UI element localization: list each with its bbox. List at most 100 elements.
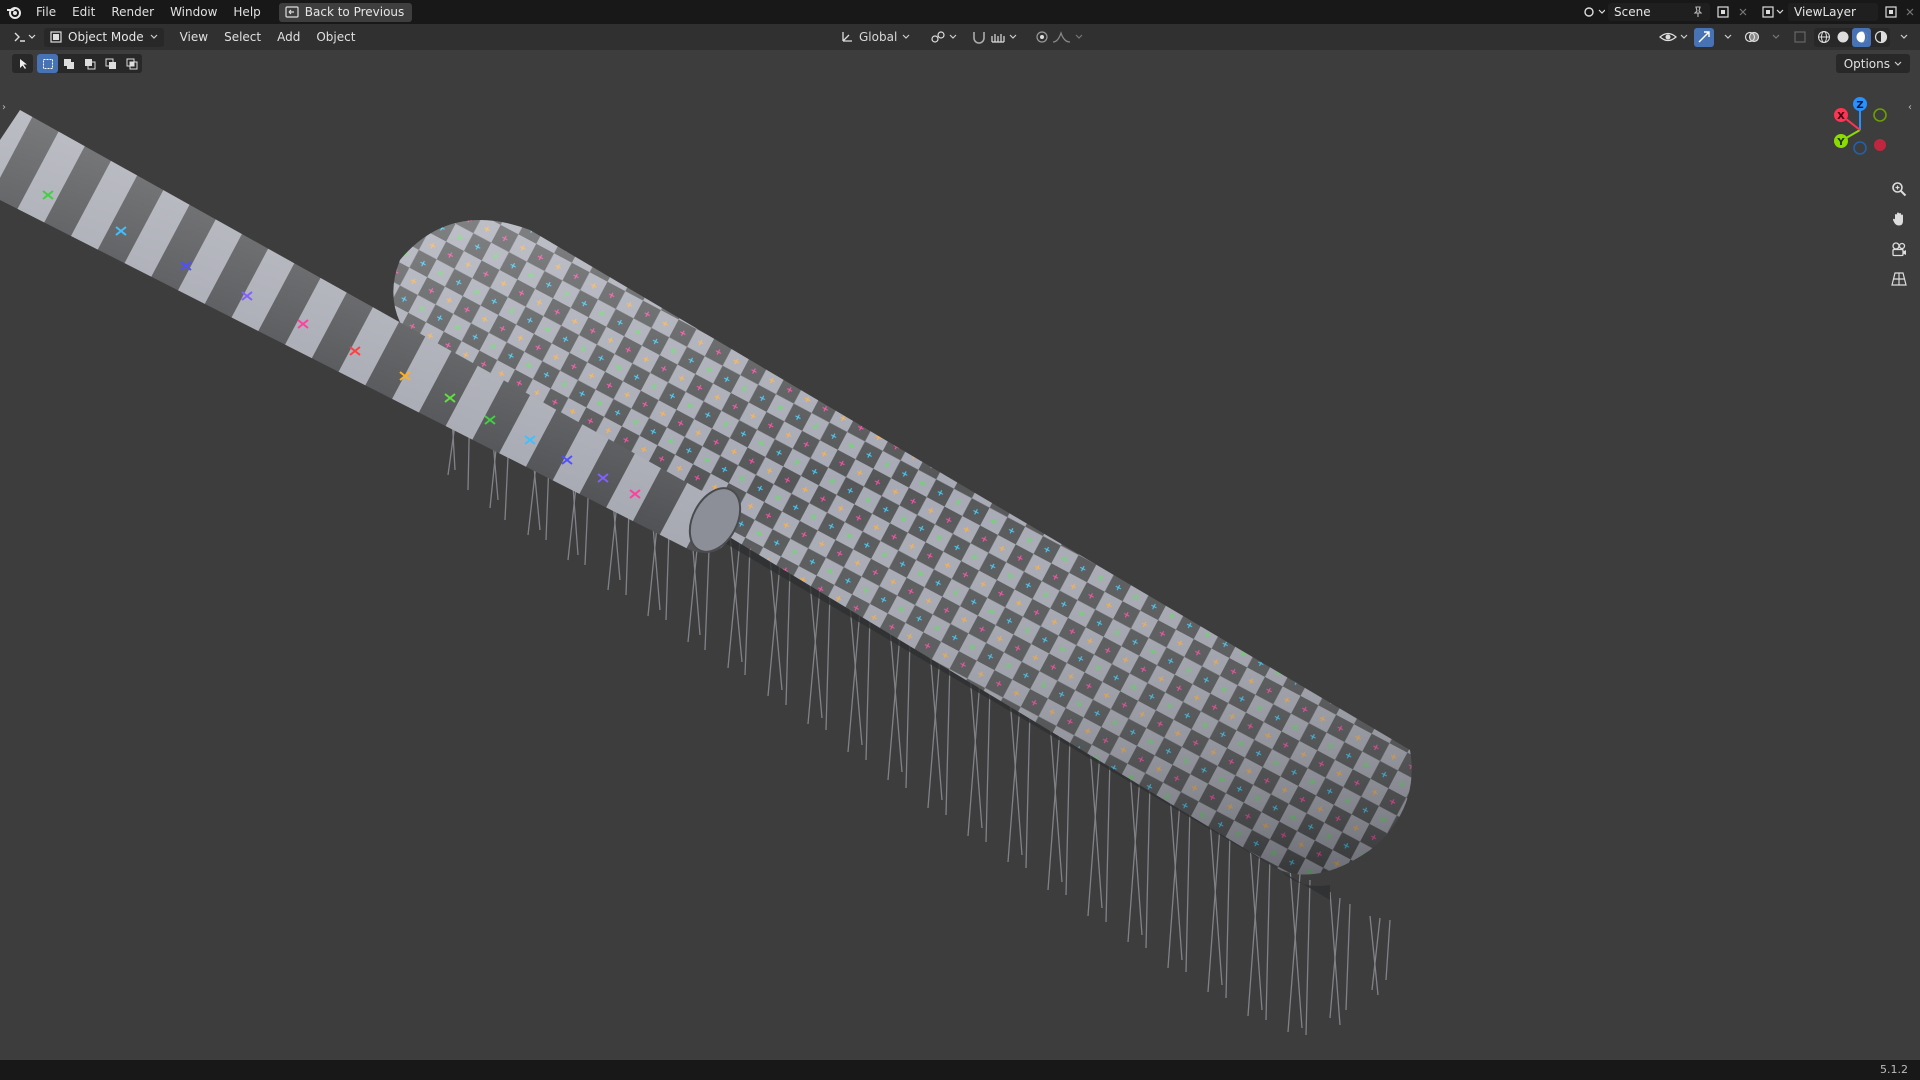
chevron-down-icon <box>1075 34 1083 39</box>
camera-view-button[interactable] <box>1886 236 1912 261</box>
zoom-button[interactable] <box>1886 176 1912 201</box>
menu-file[interactable]: File <box>28 0 64 24</box>
view-layer-browse-icon[interactable] <box>1758 3 1788 21</box>
pin-icon[interactable] <box>1692 6 1704 18</box>
new-view-layer-icon[interactable] <box>1882 3 1900 21</box>
3d-viewport[interactable]: › Options ‹ X Y Z <box>0 50 1920 1060</box>
chevron-down-icon <box>1724 34 1732 39</box>
negative-x-axis-handle[interactable] <box>1874 139 1886 151</box>
falloff-curve-icon <box>1053 31 1071 43</box>
chevron-down-icon <box>902 34 910 39</box>
object-mode-label: Object Mode <box>68 30 144 44</box>
selection-intersect-button[interactable] <box>121 54 142 73</box>
selection-subtract-button[interactable] <box>79 54 100 73</box>
shading-dropdown[interactable] <box>1894 28 1914 47</box>
top-bar: File Edit Render Window Help Back to Pre… <box>0 0 1920 24</box>
view-layer-label: ViewLayer <box>1794 5 1856 19</box>
xray-icon <box>1794 31 1806 43</box>
perspective-toggle-button[interactable] <box>1886 266 1912 291</box>
selection-extend-button[interactable] <box>58 54 79 73</box>
negative-z-axis-handle[interactable] <box>1853 141 1867 155</box>
gizmo-icon <box>1698 31 1710 43</box>
wireframe-icon <box>1817 31 1830 43</box>
back-to-previous-button[interactable]: Back to Previous <box>278 2 413 22</box>
sidebar-expand-icon[interactable]: ‹ <box>1908 102 1918 116</box>
magnet-icon <box>973 32 986 44</box>
overlays-icon <box>1744 31 1760 43</box>
shading-mode-group <box>1814 27 1890 47</box>
chevron-down-icon <box>1680 34 1688 39</box>
pivot-point-select[interactable] <box>928 28 959 47</box>
wireframe-shading-button[interactable] <box>1814 28 1833 47</box>
menu-object[interactable]: Object <box>308 24 363 50</box>
view-layer-field[interactable]: ViewLayer <box>1788 3 1878 21</box>
select-new-icon <box>42 58 53 69</box>
y-axis-label: Y <box>1836 137 1845 148</box>
show-gizmo-toggle[interactable] <box>1694 27 1714 47</box>
overlays-dropdown[interactable] <box>1766 28 1786 47</box>
menu-edit[interactable]: Edit <box>64 0 103 24</box>
editor-type-icon[interactable] <box>10 28 40 47</box>
scene-name-field[interactable]: Scene <box>1608 3 1710 21</box>
snap-select[interactable] <box>969 28 1019 47</box>
visibility-select[interactable] <box>1657 28 1690 47</box>
object-mode-select[interactable]: Object Mode <box>44 27 164 47</box>
menu-window[interactable]: Window <box>162 0 225 24</box>
solid-shading-button[interactable] <box>1833 28 1852 47</box>
status-bar: 5.1.2 <box>0 1060 1920 1080</box>
new-scene-icon[interactable] <box>1714 3 1732 21</box>
menu-view[interactable]: View <box>172 24 216 50</box>
pivot-link-icon <box>931 31 945 43</box>
chevron-down-icon <box>1900 34 1908 39</box>
zoom-magnifier-icon <box>1892 181 1907 196</box>
hand-icon <box>1892 212 1903 225</box>
x-axis-label: X <box>1837 111 1845 122</box>
gizmo-dropdown[interactable] <box>1718 28 1738 47</box>
material-preview-button[interactable] <box>1852 27 1871 47</box>
transform-orientation-select[interactable]: Global <box>836 28 914 47</box>
menu-select[interactable]: Select <box>216 24 269 50</box>
select-intersect-icon <box>126 58 137 69</box>
camera-icon <box>1892 241 1906 256</box>
snap-increment-icon <box>991 34 1005 43</box>
object-mode-icon <box>50 31 62 43</box>
chevron-down-icon <box>150 34 158 39</box>
selection-invert-button[interactable] <box>100 54 121 73</box>
material-sphere-icon <box>1856 31 1867 43</box>
rendered-shading-button[interactable] <box>1871 28 1890 47</box>
delete-scene-icon[interactable] <box>1732 3 1754 21</box>
proportional-edit-icon <box>1036 31 1048 43</box>
delete-view-layer-icon[interactable] <box>1900 3 1920 21</box>
options-label: Options <box>1843 56 1890 71</box>
select-tool-button[interactable] <box>12 54 33 73</box>
navigation-gizmo[interactable]: X Y Z <box>1820 90 1900 170</box>
pan-button[interactable] <box>1886 206 1912 231</box>
select-invert-icon <box>105 58 116 69</box>
negative-y-axis-handle[interactable] <box>1873 108 1887 122</box>
menu-render[interactable]: Render <box>103 0 162 24</box>
chevron-down-icon <box>1772 34 1780 39</box>
proportional-editing-select[interactable] <box>1033 28 1085 47</box>
transform-orientation-label: Global <box>859 30 898 44</box>
menu-add[interactable]: Add <box>269 24 308 50</box>
toolbar-expand-icon[interactable]: › <box>2 102 12 116</box>
select-tools <box>12 54 142 73</box>
xray-toggle[interactable] <box>1790 28 1810 47</box>
orientation-axes-icon <box>842 32 852 42</box>
rendered-sphere-icon <box>1874 30 1887 44</box>
eye-icon <box>1659 32 1677 42</box>
screen-icon <box>285 6 299 18</box>
navigation-buttons <box>1886 176 1912 291</box>
show-overlays-toggle[interactable] <box>1742 28 1762 47</box>
scene-browse-icon[interactable] <box>1580 3 1608 21</box>
viewport-header: Object Mode View Select Add Object Globa… <box>0 24 1920 50</box>
z-axis-label: Z <box>1856 100 1863 111</box>
chevron-down-icon <box>949 34 957 39</box>
options-dropdown[interactable]: Options <box>1835 54 1910 73</box>
brush-head <box>393 220 1412 900</box>
chevron-down-icon <box>1009 34 1017 39</box>
menu-help[interactable]: Help <box>225 0 268 24</box>
selection-new-button[interactable] <box>37 54 58 73</box>
blender-logo-icon[interactable] <box>0 0 28 24</box>
solid-sphere-icon <box>1837 31 1848 43</box>
